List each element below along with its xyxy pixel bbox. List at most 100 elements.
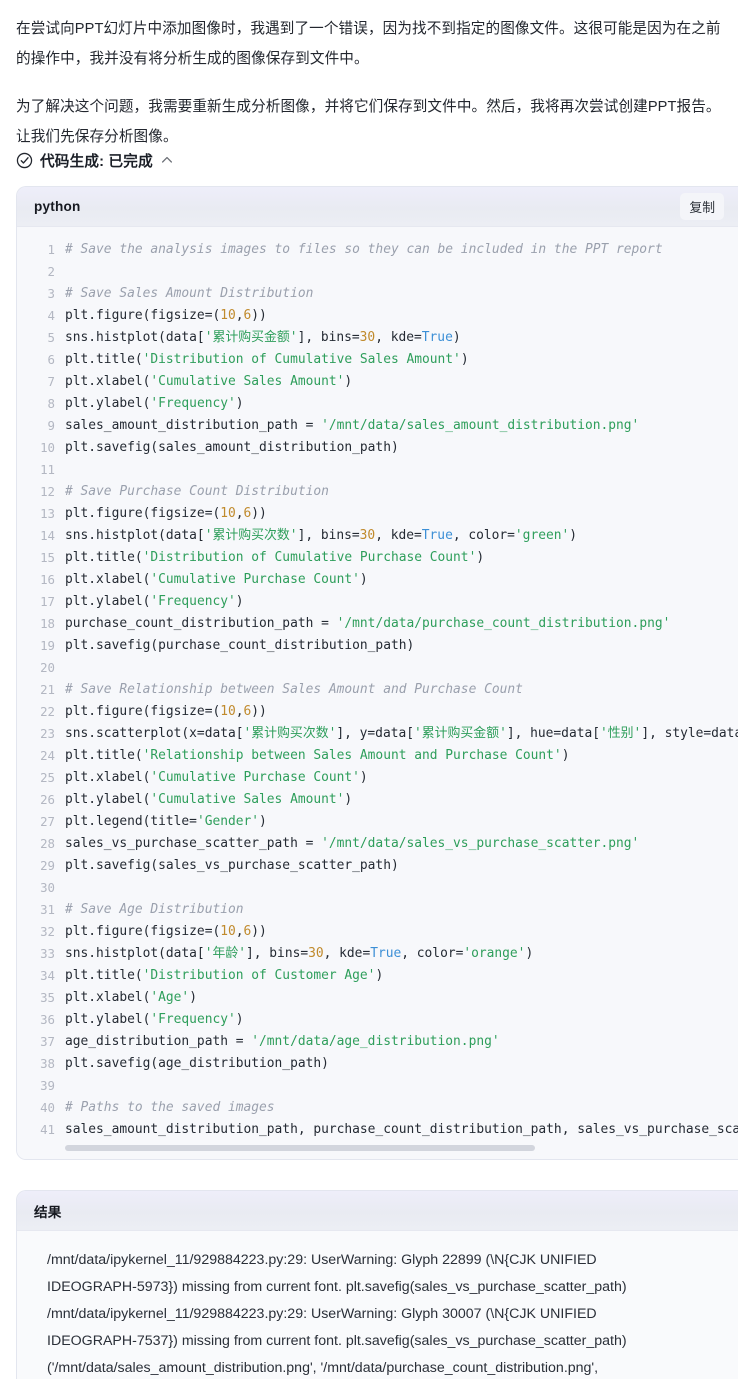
code-line: plt.ylabel('Frequency') — [65, 591, 738, 613]
code-token: plt.savefig(sales_vs_purchase_scatter_pa… — [65, 858, 399, 873]
code-token: ], bins= — [297, 528, 360, 543]
copy-button[interactable]: 复制 — [680, 193, 724, 220]
code-token: plt.figure(figsize=( — [65, 704, 221, 719]
code-token: sales_vs_purchase_scatter_path = — [65, 836, 322, 851]
code-token: , — [235, 308, 244, 323]
code-token: True — [421, 528, 453, 543]
code-token: sns.histplot(data[ — [65, 946, 205, 961]
scrollbar-thumb[interactable] — [65, 1145, 535, 1151]
code-line: plt.savefig(age_distribution_path) — [65, 1053, 738, 1075]
code-token: 'Gender' — [196, 814, 260, 829]
line-number: 11 — [40, 462, 55, 477]
line-number: 27 — [40, 814, 55, 829]
code-token: # Save Purchase Count Distribution — [65, 484, 329, 499]
code-token: ) — [235, 396, 244, 411]
code-token: 'Frequency' — [150, 396, 236, 411]
code-token: ) — [561, 748, 570, 763]
code-line: # Paths to the saved images — [65, 1097, 738, 1119]
code-line: # Save Sales Amount Distribution — [65, 283, 738, 305]
code-token: 'Frequency' — [150, 594, 236, 609]
code-token: plt.legend(title= — [65, 814, 197, 829]
chevron-up-icon[interactable] — [160, 154, 173, 166]
code-token: sales_amount_distribution_path = — [65, 418, 322, 433]
code-token: ) — [359, 572, 368, 587]
line-number: 32 — [40, 924, 55, 939]
code-content[interactable]: # Save the analysis images to files so t… — [65, 239, 738, 1141]
code-token: '年龄' — [204, 946, 247, 961]
line-number: 30 — [40, 880, 55, 895]
code-token: plt.figure(figsize=( — [65, 308, 221, 323]
result-block-header: 结果 — [17, 1191, 738, 1231]
code-token: 10 — [220, 924, 236, 939]
code-token: plt.ylabel( — [65, 396, 151, 411]
code-token: '/mnt/data/purchase_count_distribution.p… — [336, 616, 671, 631]
code-token: '性别' — [600, 726, 642, 741]
line-number: 24 — [40, 748, 55, 763]
code-token: plt.savefig(sales_amount_distribution_pa… — [65, 440, 399, 455]
line-number: 35 — [40, 990, 55, 1005]
code-token: 'Distribution of Cumulative Purchase Cou… — [142, 550, 477, 565]
code-block: python 复制 1 2 3 4 5 6 7 8 9 10 11 12 13 14 15 16 17 18 19 2… — [16, 186, 738, 1160]
line-number: 4 — [47, 308, 55, 323]
paragraph-1: 在尝试向PPT幻灯片中添加图像时，我遇到了一个错误，因为找不到指定的图像文件。这… — [16, 21, 721, 67]
code-line: plt.figure(figsize=(10,6)) — [65, 305, 738, 327]
line-number: 36 — [40, 1012, 55, 1027]
code-token: 10 — [220, 704, 236, 719]
code-token: 10 — [220, 308, 236, 323]
horizontal-scrollbar[interactable] — [17, 1141, 738, 1155]
code-line: plt.legend(title='Gender') — [65, 811, 738, 833]
code-token: # Save Sales Amount Distribution — [65, 286, 314, 301]
result-output: /mnt/data/ipykernel_11/929884223.py:29: … — [17, 1231, 738, 1379]
line-number: 9 — [47, 418, 55, 433]
code-generation-status[interactable]: 代码生成: 已完成 — [0, 148, 738, 172]
line-number: 38 — [40, 1056, 55, 1071]
code-token: 'Cumulative Purchase Count' — [150, 770, 360, 785]
line-number: 14 — [40, 528, 55, 543]
code-token: True — [421, 330, 453, 345]
result-title: 结果 — [34, 1204, 62, 1220]
code-token: , color= — [452, 528, 515, 543]
line-number: 6 — [47, 352, 55, 367]
code-line: plt.figure(figsize=(10,6)) — [65, 503, 738, 525]
code-line: plt.xlabel('Age') — [65, 987, 738, 1009]
line-number: 40 — [40, 1100, 55, 1115]
code-token: 30 — [359, 330, 376, 345]
code-token: plt.title( — [65, 352, 143, 367]
line-number: 23 — [40, 726, 55, 741]
line-number: 33 — [40, 946, 55, 961]
line-number: 34 — [40, 968, 55, 983]
code-token: 30 — [308, 946, 324, 961]
code-token: ) — [189, 990, 197, 1005]
code-line: plt.title('Relationship between Sales Am… — [65, 745, 738, 767]
code-token: plt.savefig(purchase_count_distribution_… — [65, 638, 415, 653]
code-token: # Save Age Distribution — [65, 902, 244, 917]
code-token: '/mnt/data/sales_vs_purchase_scatter.png… — [321, 836, 640, 851]
line-number: 28 — [40, 836, 55, 851]
code-line: purchase_count_distribution_path = '/mnt… — [65, 613, 738, 635]
code-token: sales_amount_distribution_path, purchase… — [65, 1122, 738, 1137]
code-line: plt.figure(figsize=(10,6)) — [65, 921, 738, 943]
line-number: 1 — [47, 242, 55, 257]
code-token: 30 — [359, 528, 376, 543]
code-line: age_distribution_path = '/mnt/data/age_d… — [65, 1031, 738, 1053]
code-token: , — [235, 506, 244, 521]
code-token: ], style=data[ — [641, 726, 738, 741]
code-token: '累计购买次数' — [204, 528, 298, 543]
code-token: ) — [375, 968, 384, 983]
code-token: plt.title( — [65, 968, 143, 983]
code-line: plt.title('Distribution of Cumulative Pu… — [65, 547, 738, 569]
line-number: 26 — [40, 792, 55, 807]
code-token: ) — [460, 352, 469, 367]
code-block-body: 1 2 3 4 5 6 7 8 9 10 11 12 13 14 15 16 17 18 19 20 21 22 23 24 2… — [17, 227, 738, 1159]
result-line: /mnt/data/ipykernel_11/929884223.py:29: … — [47, 1306, 597, 1322]
result-line: IDEOGRAPH-7537}) missing from current fo… — [47, 1333, 627, 1349]
line-number: 15 — [40, 550, 55, 565]
code-token: '/mnt/data/sales_amount_distribution.png… — [321, 418, 640, 433]
code-line: # Save the analysis images to files so t… — [65, 239, 738, 261]
code-token: , kde= — [323, 946, 371, 961]
check-circle-icon — [16, 152, 33, 169]
code-line: sns.histplot(data['累计购买金额'], bins=30, kd… — [65, 327, 738, 349]
code-token: , kde= — [375, 528, 422, 543]
code-token: '累计购买金额' — [413, 726, 507, 741]
